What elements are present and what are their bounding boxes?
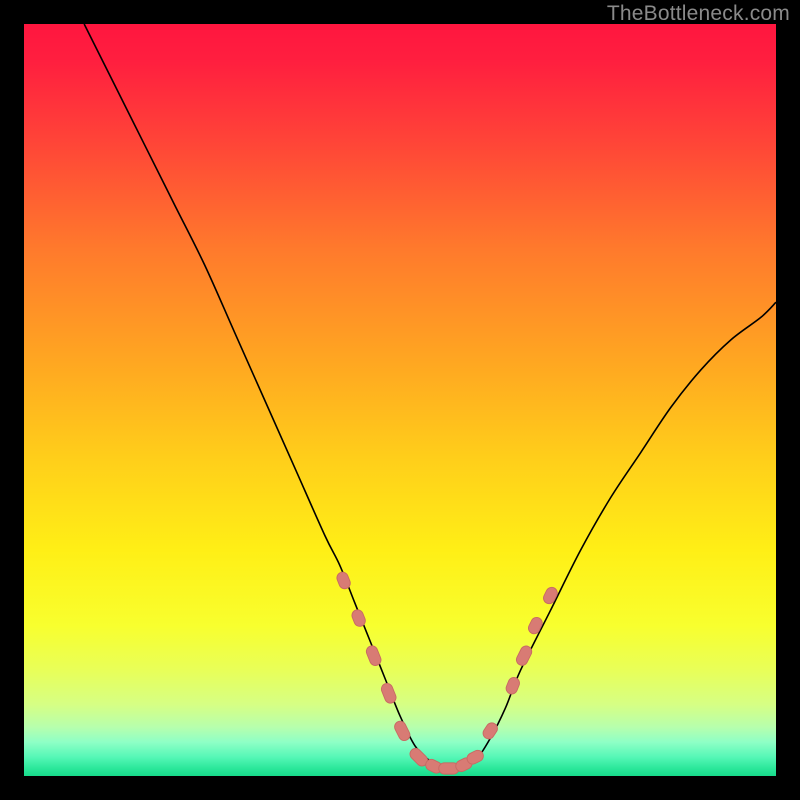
curve-marker [365,644,383,667]
curve-marker [542,585,560,605]
curve-marker [504,676,521,696]
curve-marker [527,616,545,636]
curve-marker [393,719,412,742]
curve-marker [380,682,398,705]
plot-area [24,24,776,776]
curve-marker [481,721,500,741]
chart-frame: TheBottleneck.com [0,0,800,800]
bottleneck-curve [24,24,776,776]
watermark-text: TheBottleneck.com [607,2,790,26]
